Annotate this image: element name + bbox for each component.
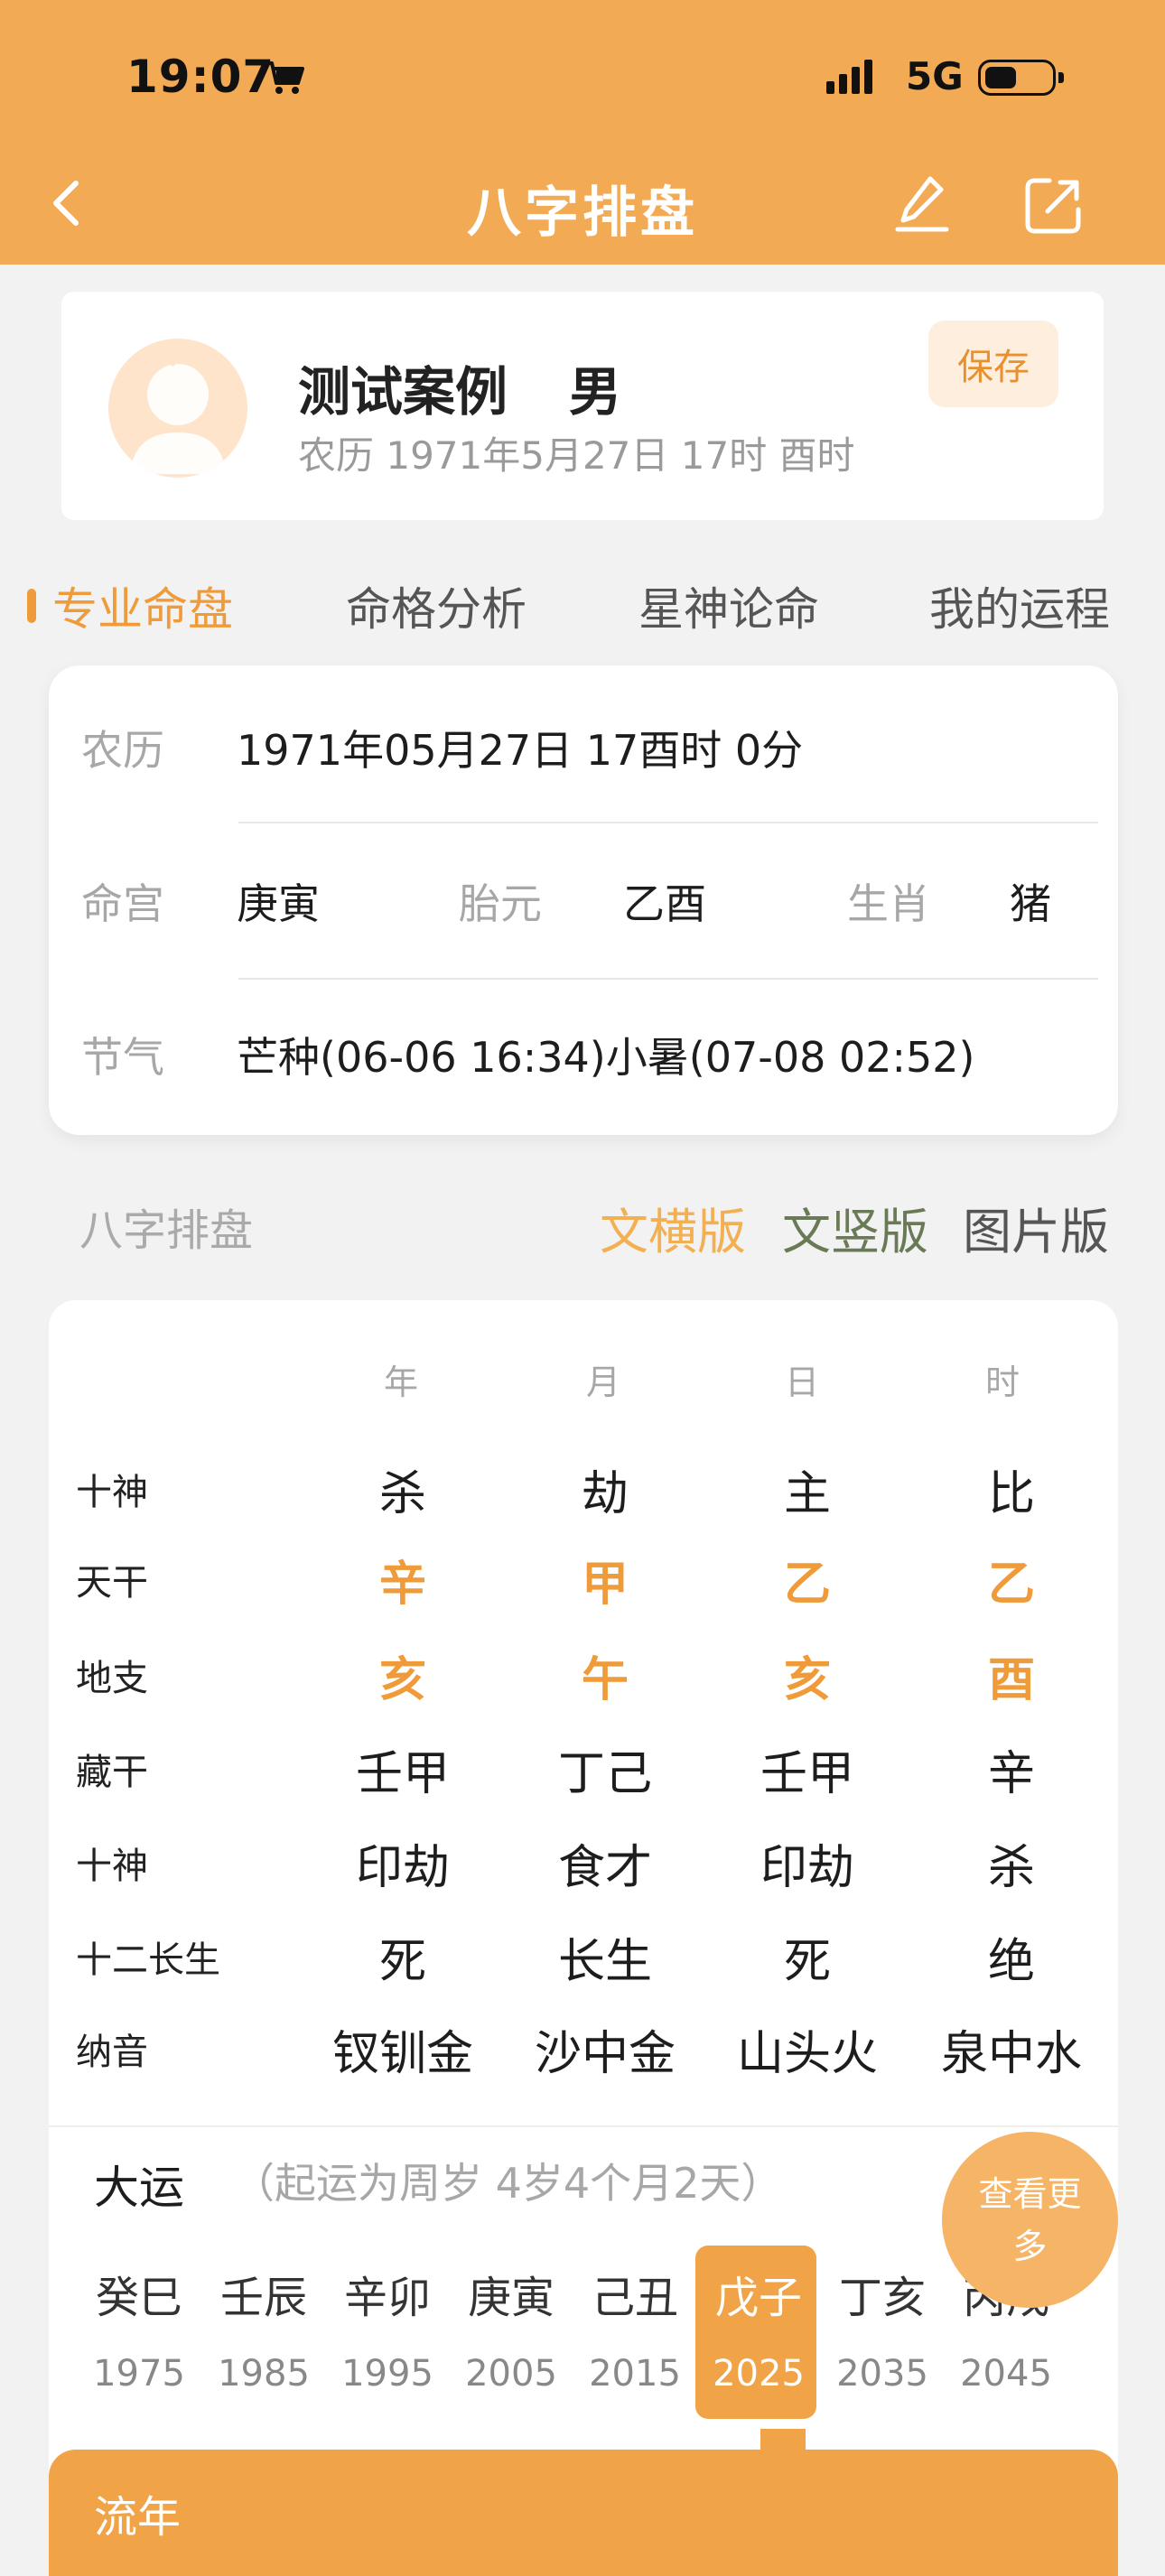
dayun-year[interactable]: 2005 [452,2353,570,2395]
divider [49,2125,1118,2127]
dayun-year[interactable]: 2015 [576,2353,694,2395]
dayun-ganzhi[interactable]: 丁亥 [824,2262,941,2325]
bazi-row-label: 十神 [76,1846,148,1887]
taiyuan-value: 乙酉 [623,879,706,928]
bazi-cell: 壬甲 [760,1747,854,1801]
edit-icon[interactable] [894,173,950,235]
divider [238,822,1098,823]
bazi-cell: 泉中水 [940,2027,1082,2081]
bazi-cell: 死 [378,1935,426,1989]
bazi-cell: 亥 [783,1653,831,1707]
bazi-cell: 甲 [581,1558,629,1612]
minggong-value: 庚寅 [237,879,320,928]
bazi-cell: 杀 [987,1841,1035,1895]
user-gender: 男 [569,361,622,423]
bazi-cell: 印劫 [355,1841,450,1895]
tab-star-reading[interactable]: 星神论命 [638,573,819,638]
shengxiao-label: 生肖 [847,879,930,928]
dayun-ganzhi[interactable]: 辛卯 [329,2262,446,2325]
bazi-row-label: 纳音 [76,2032,148,2073]
version-horizontal[interactable]: 文横版 [600,1192,746,1263]
dayun-note: （起运为周岁 4岁4个月2天） [233,2159,783,2208]
bazi-row-label: 天干 [76,1562,148,1604]
battery-icon [978,60,1064,96]
taiyuan-label: 胎元 [459,879,542,928]
dayun-year[interactable]: 1975 [80,2353,198,2395]
dayun-ganzhi[interactable]: 壬辰 [205,2262,322,2325]
version-image[interactable]: 图片版 [963,1192,1109,1263]
status-time: 19:07 [126,51,275,103]
col-year: 年 [383,1362,418,1402]
dayun-ganzhi[interactable]: 癸巳 [80,2262,198,2325]
bazi-row-label: 十二长生 [76,1939,220,1981]
jieqi-value: 芒种(06-06 16:34)小暑(07-08 02:52) [237,1033,975,1082]
tab-professional-chart[interactable]: 专业命盘 [52,573,233,638]
share-icon[interactable] [1021,173,1086,238]
page-title: 八字排盘 [467,181,698,245]
bazi-cell: 乙 [987,1558,1035,1612]
dayun-year[interactable]: 2045 [947,2353,1065,2395]
dayun-ganzhi[interactable]: 己丑 [576,2262,694,2325]
liunian-bar[interactable] [49,2450,1118,2576]
bazi-cell: 比 [987,1467,1035,1521]
user-birth-date: 农历 1971年5月27日 17时 酉时 [298,433,855,478]
bazi-row-label: 地支 [76,1658,148,1699]
bazi-cell: 壬甲 [355,1747,450,1801]
col-month: 月 [585,1362,620,1402]
bazi-cell: 绝 [987,1935,1035,1989]
bazi-row-label: 藏干 [76,1752,148,1793]
col-hour: 时 [984,1362,1020,1402]
view-more-label: 查看更多 [978,2173,1082,2266]
shengxiao-value: 猪 [1010,879,1051,928]
bazi-row-label: 十神 [76,1472,148,1513]
lunar-label: 农历 [81,726,164,775]
lunar-value: 1971年05月27日 17酉时 0分 [237,726,804,775]
bazi-cell: 主 [783,1467,831,1521]
bazi-cell: 劫 [581,1467,629,1521]
bazi-cell: 辛 [987,1747,1035,1801]
bazi-cell: 印劫 [760,1841,854,1895]
signal-icon [826,60,877,94]
birth-info-card: 农历 1971年05月27日 17酉时 0分 命宫 庚寅 胎元 乙酉 生肖 猪 … [49,665,1118,1135]
user-name: 测试案例 [298,361,508,423]
active-tab-indicator [27,589,36,623]
view-more-button[interactable]: 查看更多 [942,2132,1118,2308]
bazi-cell: 丁己 [557,1747,652,1801]
bazi-cell: 酉 [987,1653,1035,1707]
cart-icon [266,61,304,94]
col-day: 日 [784,1362,819,1402]
bazi-cell: 钗钏金 [331,2027,473,2081]
bazi-cell: 午 [581,1653,629,1707]
bazi-cell: 乙 [783,1558,831,1612]
avatar [108,339,247,478]
dayun-year[interactable]: 1995 [329,2353,446,2395]
version-vertical[interactable]: 文竖版 [782,1192,928,1263]
tab-destiny-analysis[interactable]: 命格分析 [346,573,527,638]
dayun-year[interactable]: 1985 [205,2353,322,2395]
section-title: 八字排盘 [79,1205,254,1256]
bazi-cell: 食才 [557,1841,652,1895]
dayun-title: 大运 [94,2162,184,2214]
user-card: 测试案例 男 农历 1971年5月27日 17时 酉时 保存 [61,292,1104,520]
divider [238,978,1098,980]
bazi-cell: 沙中金 [534,2027,676,2081]
dayun-year[interactable]: 2025 [700,2353,817,2395]
bazi-cell: 长生 [557,1935,652,1989]
liunian-label: 流年 [94,2492,182,2543]
dayun-ganzhi[interactable]: 戊子 [700,2262,817,2325]
dayun-ganzhi[interactable]: 庚寅 [452,2262,570,2325]
tab-my-fortune[interactable]: 我的运程 [929,573,1110,638]
dayun-year[interactable]: 2035 [824,2353,941,2395]
bazi-cell: 亥 [378,1653,426,1707]
minggong-label: 命宫 [81,879,164,928]
bazi-cell: 辛 [378,1558,426,1612]
bazi-cell: 山头火 [736,2027,878,2081]
bazi-cell: 杀 [378,1467,426,1521]
save-button[interactable]: 保存 [928,321,1058,407]
jieqi-label: 节气 [81,1033,164,1082]
bazi-cell: 死 [783,1935,831,1989]
network-label: 5G [906,54,964,98]
